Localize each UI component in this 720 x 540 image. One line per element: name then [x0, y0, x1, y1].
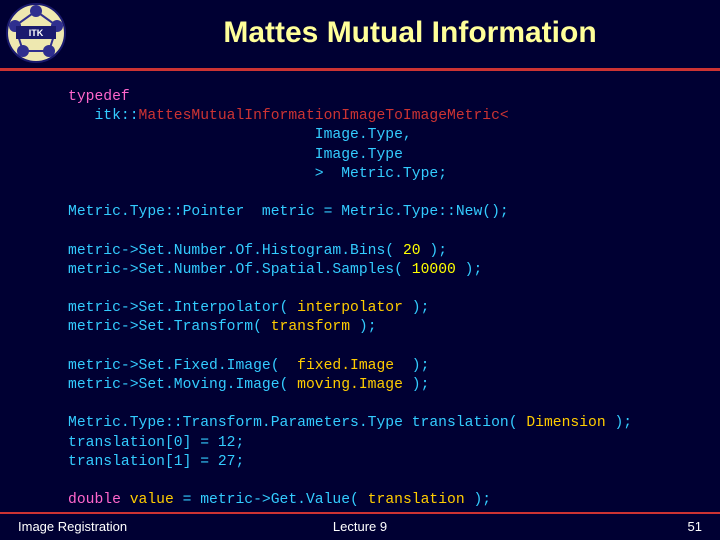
- code-block: typedef itk::MattesMutualInformationImag…: [68, 88, 708, 510]
- code-image-type-2: Image.Type: [314, 146, 403, 163]
- code-set-bins-prefix: metric->Set.Number.Of.Histogram.Bins(: [68, 242, 403, 259]
- code-set-fixed-suffix: );: [394, 357, 430, 374]
- code-set-samples-prefix: metric->Set.Number.Of.Spatial.Samples(: [68, 261, 412, 278]
- code-set-interpolator-arg: interpolator: [297, 300, 403, 317]
- code-metric-pointer-decl: Metric.Type::Pointer metric = Metric.Typ…: [68, 204, 509, 221]
- code-set-transform-arg: transform: [270, 319, 351, 336]
- code-translation-1: translation[1] = 27;: [68, 453, 245, 470]
- page-title: Mattes Mutual Information: [223, 16, 597, 49]
- code-set-fixed-prefix: metric->Set.Fixed.Image(: [68, 357, 298, 374]
- code-params-suffix: );: [605, 415, 633, 432]
- code-set-moving-prefix: metric->Set.Moving.Image(: [68, 376, 298, 393]
- code-set-moving-suffix: );: [402, 376, 430, 393]
- code-get-value-arg: translation: [367, 492, 465, 509]
- header-divider: [0, 68, 720, 71]
- code-set-fixed-arg: fixed.Image: [297, 357, 395, 374]
- code-value-name: value: [120, 492, 183, 509]
- page-number: 51: [687, 519, 702, 534]
- code-set-bins-suffix: );: [420, 242, 448, 259]
- code-set-transform-suffix: );: [350, 319, 377, 336]
- code-set-samples-suffix: );: [455, 261, 483, 278]
- code-set-moving-arg: moving.Image: [297, 376, 403, 393]
- code-itk-namespace: itk::: [68, 108, 139, 125]
- code-set-interpolator-prefix: metric->Set.Interpolator(: [68, 300, 298, 317]
- code-keyword-double: double: [68, 492, 121, 509]
- footer-divider: [0, 512, 720, 514]
- itk-logo: ITK: [5, 2, 67, 64]
- code-keyword-typedef: typedef: [68, 89, 130, 105]
- slide: ITK Mattes Mutual Information typedef it…: [0, 0, 720, 540]
- svg-text:ITK: ITK: [29, 28, 44, 38]
- code-set-interpolator-suffix: );: [402, 300, 430, 317]
- code-params-type: Metric.Type::Transform.Parameters.Type t…: [68, 415, 527, 432]
- code-params-dimension: Dimension: [526, 415, 606, 432]
- code-metric-class: MattesMutualInformationImageToImageMetri…: [138, 108, 500, 125]
- code-open-angle: <: [499, 108, 509, 125]
- code-set-bins-value: 20: [402, 242, 421, 259]
- code-get-value-suffix: );: [464, 492, 492, 509]
- code-set-samples-value: 10000: [411, 261, 456, 278]
- code-image-type-1: Image.Type,: [314, 127, 412, 144]
- code-get-value-prefix: = metric->Get.Value(: [182, 492, 368, 509]
- code-set-transform-prefix: metric->Set.Transform(: [68, 319, 271, 336]
- code-translation-0: translation[0] = 12;: [68, 434, 245, 451]
- code-close-angle: > Metric.Type;: [314, 165, 448, 182]
